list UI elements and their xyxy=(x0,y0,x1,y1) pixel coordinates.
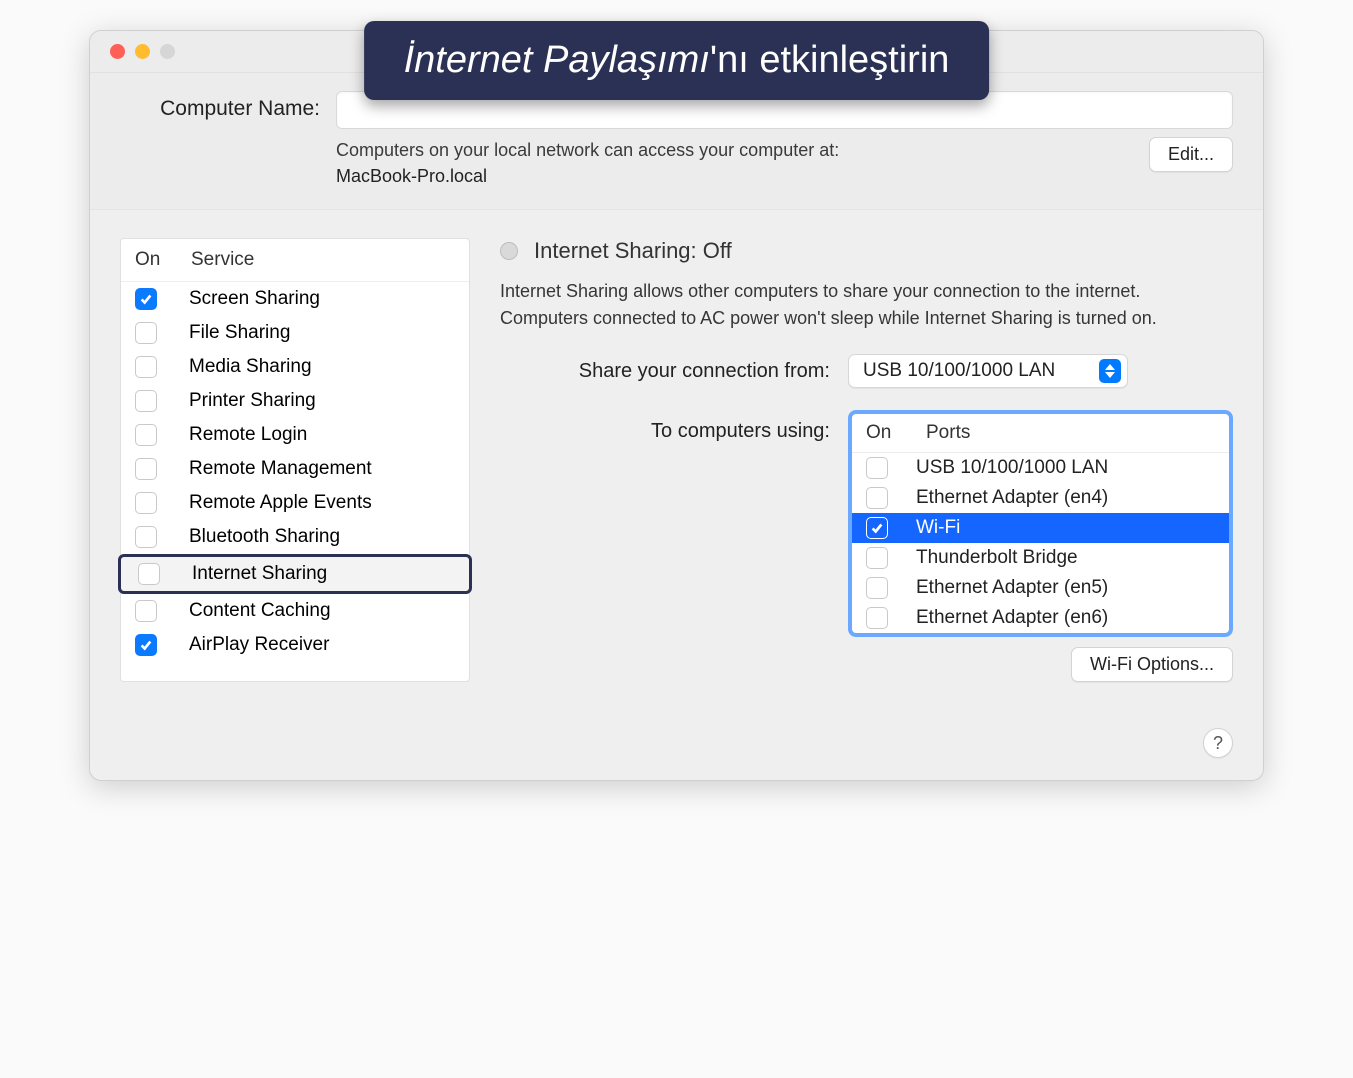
port-checkbox[interactable] xyxy=(866,457,888,479)
service-description: Internet Sharing allows other computers … xyxy=(500,278,1220,332)
computer-name-subtext: Computers on your local network can acce… xyxy=(336,137,839,189)
sharing-body: On Service Screen Sharing File Sharing Med… xyxy=(90,209,1263,702)
service-label: Remote Management xyxy=(189,458,372,480)
port-checkbox[interactable] xyxy=(866,517,888,539)
edit-hostname-button[interactable]: Edit... xyxy=(1149,137,1233,172)
service-row[interactable]: Internet Sharing xyxy=(118,554,472,594)
port-label: Ethernet Adapter (en5) xyxy=(916,577,1108,599)
service-label: Media Sharing xyxy=(189,356,312,378)
service-row[interactable]: Remote Login xyxy=(121,418,469,452)
ports-header-ports: Ports xyxy=(926,422,970,444)
instruction-overlay-rest: 'nı etkinleştirin xyxy=(710,39,950,81)
service-label: AirPlay Receiver xyxy=(189,634,329,656)
port-label: Thunderbolt Bridge xyxy=(916,547,1078,569)
port-row[interactable]: Wi-Fi xyxy=(852,513,1229,543)
service-label: File Sharing xyxy=(189,322,290,344)
service-label: Content Caching xyxy=(189,600,331,622)
port-label: Ethernet Adapter (en6) xyxy=(916,607,1108,629)
services-header-service: Service xyxy=(191,249,469,271)
service-row[interactable]: Screen Sharing xyxy=(121,282,469,316)
computer-name-label: Computer Name: xyxy=(120,91,320,121)
port-label: Ethernet Adapter (en4) xyxy=(916,487,1108,509)
ports-header: On Ports xyxy=(852,414,1229,453)
help-button[interactable]: ? xyxy=(1203,728,1233,758)
service-label: Screen Sharing xyxy=(189,288,320,310)
wifi-options-button[interactable]: Wi-Fi Options... xyxy=(1071,647,1233,682)
service-checkbox[interactable] xyxy=(135,288,157,310)
port-checkbox[interactable] xyxy=(866,547,888,569)
port-row[interactable]: Ethernet Adapter (en4) xyxy=(852,483,1229,513)
port-checkbox[interactable] xyxy=(866,577,888,599)
service-label: Printer Sharing xyxy=(189,390,316,412)
service-label: Remote Login xyxy=(189,424,307,446)
service-checkbox[interactable] xyxy=(135,634,157,656)
service-label: Remote Apple Events xyxy=(189,492,372,514)
port-checkbox[interactable] xyxy=(866,607,888,629)
service-detail-panel: Internet Sharing: Off Internet Sharing a… xyxy=(500,238,1233,682)
instruction-overlay-italic: İnternet Paylaşımı xyxy=(404,39,710,81)
service-row[interactable]: File Sharing xyxy=(121,316,469,350)
service-checkbox[interactable] xyxy=(135,492,157,514)
port-row[interactable]: Ethernet Adapter (en6) xyxy=(852,603,1229,633)
service-checkbox[interactable] xyxy=(138,563,160,585)
status-indicator-icon xyxy=(500,242,518,260)
service-label: Internet Sharing xyxy=(192,563,327,585)
port-row[interactable]: Ethernet Adapter (en5) xyxy=(852,573,1229,603)
service-checkbox[interactable] xyxy=(135,390,157,412)
share-from-value: USB 10/100/1000 LAN xyxy=(863,360,1055,382)
services-header: On Service xyxy=(121,239,469,282)
service-status-title: Internet Sharing: Off xyxy=(534,238,732,264)
computer-hostname: MacBook-Pro.local xyxy=(336,166,487,186)
help-icon: ? xyxy=(1213,733,1223,754)
to-computers-label: To computers using: xyxy=(500,410,830,443)
service-label: Bluetooth Sharing xyxy=(189,526,340,548)
window-zoom-icon[interactable] xyxy=(160,44,175,59)
service-row[interactable]: Content Caching xyxy=(121,594,469,628)
ports-list: On Ports USB 10/100/1000 LAN Ethernet Ada… xyxy=(848,410,1233,637)
service-checkbox[interactable] xyxy=(135,356,157,378)
service-checkbox[interactable] xyxy=(135,458,157,480)
service-checkbox[interactable] xyxy=(135,600,157,622)
services-list: On Service Screen Sharing File Sharing Med… xyxy=(120,238,470,682)
service-checkbox[interactable] xyxy=(135,526,157,548)
sharing-preferences-window: İnternet Paylaşımı'nı etkinleştirin Comp… xyxy=(89,30,1264,781)
window-footer: ? xyxy=(90,702,1263,780)
window-minimize-icon[interactable] xyxy=(135,44,150,59)
service-row[interactable]: Bluetooth Sharing xyxy=(121,520,469,554)
share-from-select[interactable]: USB 10/100/1000 LAN xyxy=(848,354,1128,388)
service-checkbox[interactable] xyxy=(135,424,157,446)
ports-header-on: On xyxy=(866,422,926,444)
service-row[interactable]: Media Sharing xyxy=(121,350,469,384)
port-row[interactable]: Thunderbolt Bridge xyxy=(852,543,1229,573)
service-row[interactable]: Printer Sharing xyxy=(121,384,469,418)
service-row[interactable]: AirPlay Receiver xyxy=(121,628,469,662)
instruction-overlay: İnternet Paylaşımı'nı etkinleştirin xyxy=(364,21,990,100)
port-row[interactable]: USB 10/100/1000 LAN xyxy=(852,453,1229,483)
service-row[interactable]: Remote Management xyxy=(121,452,469,486)
port-label: USB 10/100/1000 LAN xyxy=(916,457,1108,479)
services-header-on: On xyxy=(135,249,191,271)
port-label: Wi-Fi xyxy=(916,517,960,539)
select-stepper-icon xyxy=(1099,359,1121,383)
computer-name-subtext-line: Computers on your local network can acce… xyxy=(336,140,839,160)
service-row[interactable]: Remote Apple Events xyxy=(121,486,469,520)
share-from-label: Share your connection from: xyxy=(500,360,830,383)
window-close-icon[interactable] xyxy=(110,44,125,59)
port-checkbox[interactable] xyxy=(866,487,888,509)
service-checkbox[interactable] xyxy=(135,322,157,344)
